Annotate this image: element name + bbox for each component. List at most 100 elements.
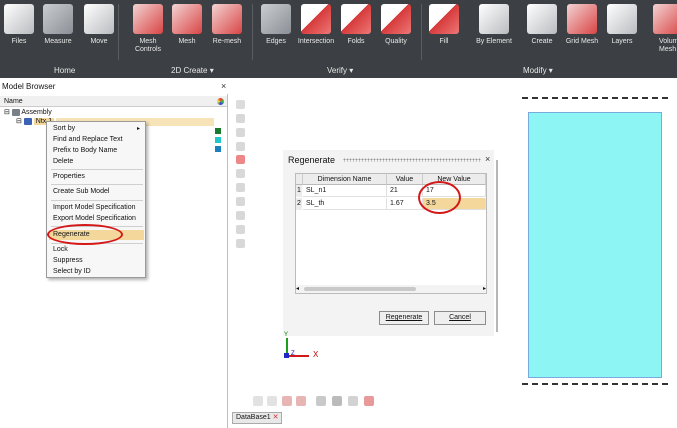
tree-item-label: Assembly xyxy=(21,109,52,116)
zoom-area-icon[interactable] xyxy=(296,396,306,406)
fit-view-icon[interactable] xyxy=(267,396,277,406)
volume-mesh-button[interactable]: Volum Mesh xyxy=(645,2,677,58)
layers-label: Layers xyxy=(611,38,633,45)
collapse-icon[interactable]: ⊟ xyxy=(4,109,10,116)
dialog-title: Regenerate xyxy=(288,155,336,165)
horizontal-scrollbar[interactable]: ◂ ▸ xyxy=(296,285,486,293)
menu-item-find-replace[interactable]: Find and Replace Text xyxy=(53,135,123,145)
cell-dimension-name[interactable]: SL_n1 xyxy=(303,185,387,197)
submenu-arrow-icon: ▸ xyxy=(136,126,140,132)
column-header[interactable]: Dimension Name xyxy=(303,174,387,185)
measure-icon xyxy=(43,4,73,34)
node-tool-icon[interactable] xyxy=(236,197,245,206)
scroll-thumb[interactable] xyxy=(304,287,416,291)
color-wheel-icon[interactable] xyxy=(217,98,224,105)
column-name-label: Name xyxy=(4,98,23,105)
menu-separator xyxy=(51,169,143,170)
group-modify[interactable]: Modify ▾ xyxy=(523,66,553,75)
menu-item-import-spec[interactable]: Import Model Specification xyxy=(53,203,135,213)
group-2d-create[interactable]: 2D Create ▾ xyxy=(171,66,214,75)
move-icon xyxy=(84,4,114,34)
zoom-icon[interactable] xyxy=(282,396,292,406)
group-verify[interactable]: Verify ▾ xyxy=(327,66,353,75)
folds-icon xyxy=(341,4,371,34)
curve-tool-icon[interactable] xyxy=(236,128,245,137)
menu-item-sort-by[interactable]: Sort by xyxy=(53,124,75,134)
remesh-label: Re-mesh xyxy=(212,38,242,45)
select-tool-icon[interactable] xyxy=(236,100,245,109)
close-icon[interactable]: ✕ xyxy=(273,414,279,421)
menu-item-select-by-id[interactable]: Select by ID xyxy=(53,267,91,277)
annotation-circle xyxy=(47,224,123,245)
divider-dashed xyxy=(522,383,668,385)
fill-icon xyxy=(429,4,459,34)
paint-tool-icon[interactable] xyxy=(236,239,245,248)
mesh-controls-icon xyxy=(133,4,163,34)
scroll-right-icon[interactable]: ▸ xyxy=(483,285,486,292)
menu-item-suppress[interactable]: Suppress xyxy=(53,256,83,266)
by-element-icon xyxy=(479,4,509,34)
group-home: Home xyxy=(54,66,76,75)
dialog-scrollbar[interactable] xyxy=(496,160,498,332)
line-tool-icon[interactable] xyxy=(236,142,245,151)
cell-dimension-name[interactable]: SL_th xyxy=(303,198,387,210)
shading-icon[interactable] xyxy=(348,396,358,406)
column-header-name[interactable]: Name xyxy=(0,96,228,107)
menu-separator xyxy=(51,200,143,201)
folder-icon xyxy=(4,4,34,34)
cancel-button[interactable]: Cancel xyxy=(434,311,486,325)
camera-icon[interactable] xyxy=(364,396,374,406)
collapse-icon[interactable]: ⊟ xyxy=(16,118,22,125)
status-square xyxy=(215,128,221,134)
menu-item-export-spec[interactable]: Export Model Specification xyxy=(53,214,136,224)
volume-mesh-label: Volum Mesh xyxy=(659,38,677,53)
chevron-down-icon: ▾ xyxy=(349,66,354,75)
surface-tool-icon[interactable] xyxy=(236,169,245,178)
quality-button[interactable]: Quality xyxy=(370,2,422,58)
remesh-button[interactable]: Re-mesh xyxy=(201,2,253,58)
arrow-tool-icon[interactable] xyxy=(236,211,245,220)
chevron-down-icon: ▾ xyxy=(548,66,553,75)
menu-item-properties[interactable]: Properties xyxy=(53,172,85,182)
volume-mesh-icon xyxy=(653,4,677,34)
by-element-button[interactable]: By Element xyxy=(468,2,520,58)
ribbon-separator xyxy=(118,4,119,60)
close-icon[interactable]: × xyxy=(221,81,226,91)
axis-z xyxy=(284,353,289,358)
menu-item-prefix-body-name[interactable]: Prefix to Body Name xyxy=(53,146,117,156)
status-square xyxy=(215,146,221,152)
edge-tool-icon[interactable] xyxy=(236,183,245,192)
axis-x-label: X xyxy=(313,350,319,359)
model-browser-title: Model Browser xyxy=(2,82,56,91)
fill-button[interactable]: Fill xyxy=(418,2,470,58)
column-header[interactable]: Value xyxy=(387,174,423,185)
scroll-left-icon[interactable]: ◂ xyxy=(296,285,299,292)
cube-view-icon[interactable] xyxy=(316,396,326,406)
menu-item-lock[interactable]: Lock xyxy=(53,245,68,255)
pick-tool-icon[interactable] xyxy=(236,114,245,123)
row-number-header xyxy=(296,174,303,185)
menu-item-create-sub-model[interactable]: Create Sub Model xyxy=(53,187,109,197)
cut-tool-icon[interactable] xyxy=(236,225,245,234)
cyan-preview-panel xyxy=(528,112,662,378)
menu-item-delete[interactable]: Delete xyxy=(53,157,73,167)
tab-label: DataBase1 xyxy=(236,414,271,421)
create-icon xyxy=(527,4,557,34)
status-square xyxy=(215,137,221,143)
quality-icon xyxy=(381,4,411,34)
axis-view-icon[interactable] xyxy=(253,396,263,406)
quality-label: Quality xyxy=(385,38,407,45)
solid-tool-icon[interactable] xyxy=(236,155,245,164)
eye-icon[interactable] xyxy=(332,396,342,406)
row-number: 2 xyxy=(296,198,302,210)
layers-button[interactable]: Layers xyxy=(596,2,648,58)
layers-icon xyxy=(607,4,637,34)
tab-database[interactable]: DataBase1 ✕ xyxy=(232,412,282,424)
ribbon-toolbar: Files Measure Move Mesh Controls Mesh Re… xyxy=(0,0,677,78)
regenerate-button[interactable]: Regenerate xyxy=(379,311,429,325)
drag-handle[interactable] xyxy=(343,158,481,162)
close-icon[interactable]: × xyxy=(485,154,490,164)
grid-mesh-icon xyxy=(567,4,597,34)
part-icon xyxy=(23,117,32,125)
panel-divider[interactable] xyxy=(227,94,228,428)
